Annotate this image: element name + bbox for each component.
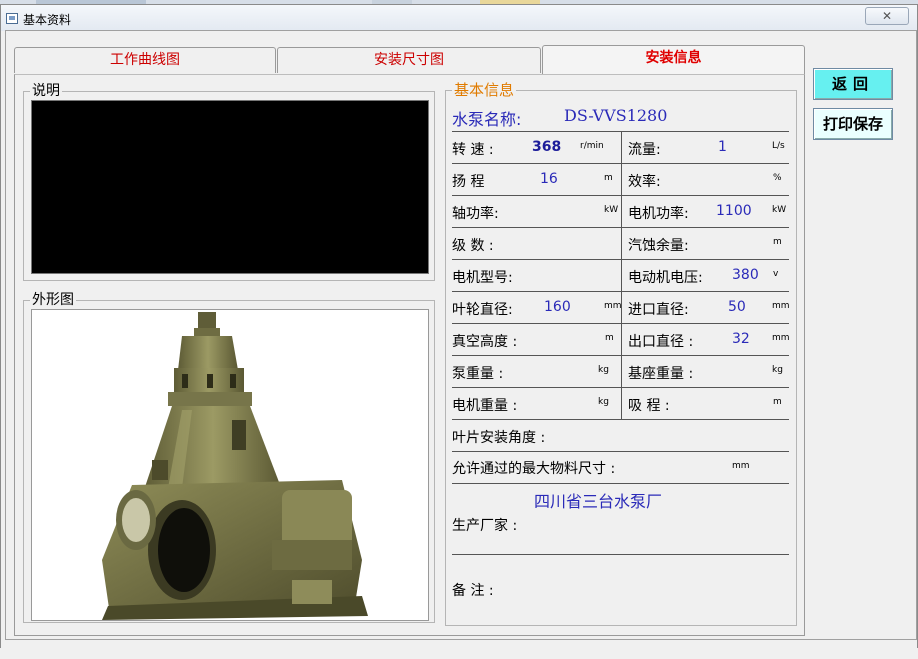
motor-power-label: 电机功率: [628, 206, 689, 222]
window-bottom-edge [0, 648, 918, 659]
impeller-diameter-value: 160 [544, 299, 571, 315]
motor-weight-label: 电机重量 : [452, 398, 518, 414]
motor-weight-unit: kg [598, 397, 609, 407]
table-divider [452, 451, 789, 452]
npsh-unit: m [773, 237, 782, 247]
max-material-size-label: 允许通过的最大物料尺寸 : [452, 461, 616, 477]
outline-label: 外形图 [30, 291, 76, 309]
inlet-diameter-label: 进口直径: [628, 302, 689, 318]
suction-lift-label: 吸 程 : [628, 398, 670, 414]
shaft-power-label: 轴功率: [452, 206, 499, 222]
tab-installation-dimensions[interactable]: 安装尺寸图 [277, 47, 541, 73]
tab-installation-info[interactable]: 安装信息 [542, 45, 805, 74]
outlet-diameter-value: 32 [732, 331, 750, 347]
table-column-divider [621, 131, 622, 419]
impeller-diameter-label: 叶轮直径: [452, 302, 513, 318]
vacuum-height-unit: m [605, 333, 614, 343]
flow-unit: L/s [772, 141, 785, 151]
blade-angle-label: 叶片安装角度 : [452, 430, 546, 446]
table-divider [452, 554, 789, 555]
stages-label: 级 数 : [452, 238, 494, 254]
motor-voltage-unit: v [773, 269, 779, 279]
speed-value: 368 [532, 139, 562, 155]
inlet-diameter-value: 50 [728, 299, 746, 315]
flow-label: 流量: [628, 142, 661, 158]
base-weight-label: 基座重量 : [628, 366, 694, 382]
efficiency-unit: % [773, 173, 782, 183]
pump-name-value: DS-VVS1280 [564, 106, 668, 125]
pump-photo-frame [31, 309, 429, 621]
back-button[interactable]: 返回 [813, 68, 893, 100]
head-value: 16 [540, 171, 558, 187]
manufacturer-label: 生产厂家 : [452, 518, 518, 534]
speed-label: 转 速 : [452, 142, 494, 158]
outlet-diameter-unit: mm [772, 333, 790, 343]
flow-value: 1 [718, 139, 727, 155]
description-label: 说明 [30, 82, 62, 100]
motor-model-label: 电机型号: [452, 270, 513, 286]
motor-voltage-label: 电动机电压: [628, 270, 703, 286]
motor-power-unit: kW [772, 205, 787, 215]
description-group: 说明 [23, 82, 435, 281]
basic-info-label: 基本信息 [452, 81, 517, 99]
outline-group: 外形图 [23, 291, 435, 623]
pump-weight-unit: kg [598, 365, 609, 375]
window-icon [6, 13, 18, 24]
suction-lift-unit: m [773, 397, 782, 407]
speed-unit: r/min [580, 141, 604, 151]
vacuum-height-label: 真空高度 : [452, 334, 518, 350]
table-divider [452, 483, 789, 484]
print-save-button[interactable]: 打印保存 [813, 108, 893, 140]
pump-photo [102, 312, 368, 620]
motor-voltage-value: 380 [732, 267, 759, 283]
npsh-label: 汽蚀余量: [628, 238, 689, 254]
title-bar[interactable]: 基本资料 ✕ [1, 5, 917, 31]
max-material-size-unit: mm [732, 461, 750, 471]
manufacturer-value: 四川省三台水泵厂 [534, 492, 663, 511]
impeller-diameter-unit: mm [604, 301, 622, 311]
remarks-label: 备 注 : [452, 583, 494, 599]
base-weight-unit: kg [772, 365, 783, 375]
inlet-diameter-unit: mm [772, 301, 790, 311]
shaft-power-unit: kW [604, 205, 619, 215]
tab-performance-curve[interactable]: 工作曲线图 [14, 47, 276, 73]
motor-power-value: 1100 [716, 203, 752, 219]
head-label: 扬 程 [452, 174, 485, 190]
efficiency-label: 效率: [628, 174, 661, 190]
head-unit: m [604, 173, 613, 183]
table-divider [452, 419, 789, 420]
pump-weight-label: 泵重量 : [452, 366, 504, 382]
close-button[interactable]: ✕ [865, 7, 909, 25]
outlet-diameter-label: 出口直径 : [628, 334, 694, 350]
description-textbox[interactable] [31, 100, 429, 274]
pump-name-label: 水泵名称: [452, 110, 522, 129]
window-title: 基本资料 [23, 13, 72, 27]
